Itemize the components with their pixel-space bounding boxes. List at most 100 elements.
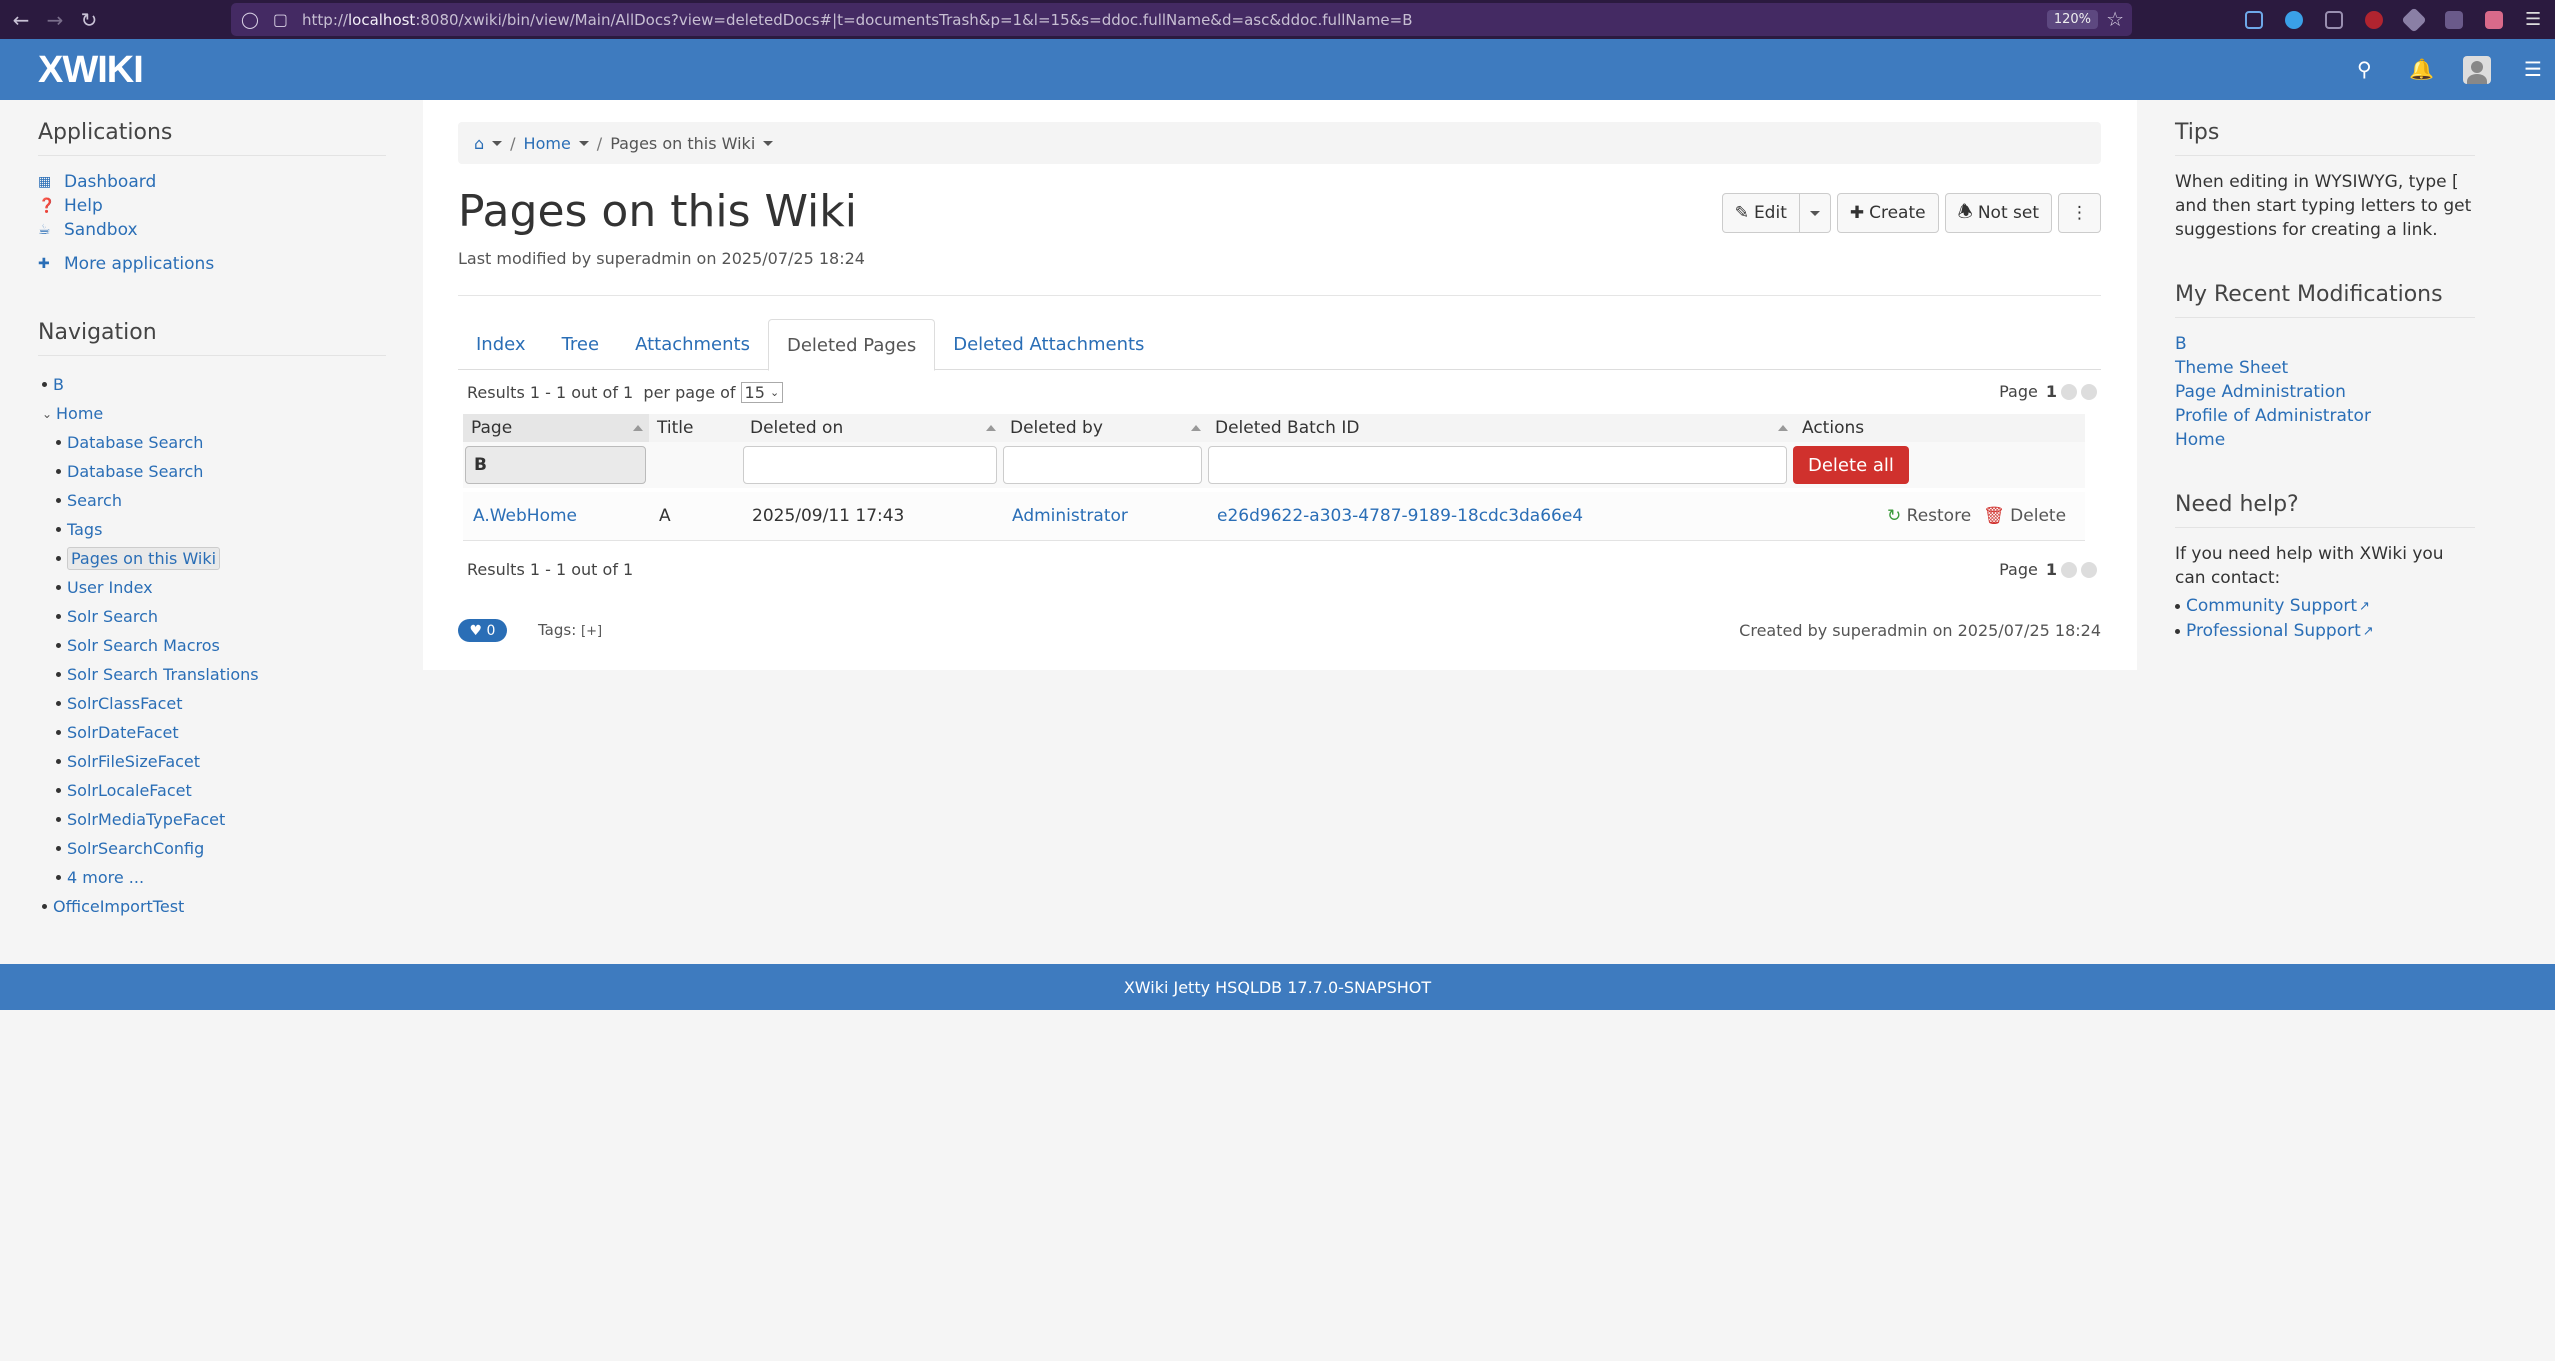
recent-link[interactable]: Profile of Administrator: [2175, 406, 2371, 426]
tab-deleted-pages[interactable]: Deleted Pages: [767, 319, 936, 371]
bullet-icon: [56, 759, 61, 764]
restore-button[interactable]: ↻ Restore: [1887, 506, 1971, 526]
reload-icon[interactable]: ↻: [76, 7, 102, 33]
app-dashboard[interactable]: ▦ Dashboard: [38, 170, 386, 194]
back-icon[interactable]: ←: [8, 7, 34, 33]
tree-link[interactable]: B: [53, 375, 64, 394]
recent-link[interactable]: Page Administration: [2175, 382, 2346, 402]
tree-link[interactable]: SolrClassFacet: [67, 694, 183, 713]
tree-link[interactable]: SolrSearchConfig: [67, 839, 204, 858]
home-icon[interactable]: ⌂: [474, 134, 484, 153]
download-icon[interactable]: [2245, 10, 2263, 29]
tree-link[interactable]: Solr Search Macros: [67, 636, 220, 655]
extension-icon-4[interactable]: [2401, 6, 2427, 33]
batch-link[interactable]: e26d9622-a303-4787-9189-18cdc3da66e4: [1217, 506, 1583, 526]
recent-link[interactable]: Theme Sheet: [2175, 358, 2288, 378]
drawer-menu-icon[interactable]: ☰: [2524, 57, 2542, 81]
tree-link[interactable]: Tags: [67, 520, 102, 539]
deleted-on-filter-input[interactable]: [743, 446, 997, 484]
address-bar[interactable]: ◯ ▢ http://localhost:8080/xwiki/bin/view…: [231, 3, 2132, 36]
column-deleted-by[interactable]: Deleted by: [1002, 414, 1207, 442]
zoom-level[interactable]: 120%: [2046, 10, 2098, 29]
caret-down-icon[interactable]: [763, 140, 774, 146]
search-icon[interactable]: ⚲: [2357, 57, 2372, 81]
xwiki-logo[interactable]: XWIKI: [38, 49, 144, 92]
tree-link[interactable]: SolrLocaleFacet: [67, 781, 192, 800]
recent-link[interactable]: Home: [2175, 430, 2225, 450]
help-icon: ❓: [38, 198, 56, 214]
user-link[interactable]: Administrator: [1012, 506, 1128, 526]
extension-icon-5[interactable]: [2445, 10, 2463, 29]
create-button[interactable]: ✚ Create: [1836, 193, 1939, 233]
delete-button[interactable]: 🗑 Delete: [1983, 506, 2066, 526]
tree-link[interactable]: Pages on this Wiki: [67, 547, 221, 570]
next-page-button[interactable]: [2081, 383, 2097, 400]
tree-link[interactable]: 4 more ...: [67, 868, 144, 887]
app-sandbox[interactable]: ☕ Sandbox: [38, 218, 386, 242]
app-sandbox-link[interactable]: Sandbox: [64, 220, 138, 240]
tree-link[interactable]: User Index: [67, 578, 153, 597]
tree-link[interactable]: Solr Search Translations: [67, 665, 259, 684]
prev-page-button[interactable]: [2061, 561, 2077, 578]
tree-link[interactable]: SolrFileSizeFacet: [67, 752, 200, 771]
tree-link[interactable]: Database Search: [67, 462, 203, 481]
bookmark-star-icon[interactable]: ☆: [2106, 7, 2124, 31]
app-dashboard-link[interactable]: Dashboard: [64, 172, 156, 192]
forward-icon[interactable]: →: [42, 7, 68, 33]
menu-icon[interactable]: ☰: [2525, 10, 2543, 29]
tab-index[interactable]: Index: [458, 319, 544, 370]
chevron-down-icon[interactable]: ⌄: [42, 407, 52, 421]
tree-link[interactable]: SolrDateFacet: [67, 723, 179, 742]
column-batch-id[interactable]: Deleted Batch ID: [1207, 414, 1794, 442]
page-link[interactable]: A.WebHome: [473, 506, 577, 526]
column-deleted-on[interactable]: Deleted on: [742, 414, 1002, 442]
tab-attachments[interactable]: Attachments: [617, 319, 768, 370]
professional-support-link[interactable]: Professional Support: [2186, 619, 2361, 644]
app-help-link[interactable]: Help: [64, 196, 103, 216]
more-applications[interactable]: ✚ More applications: [38, 252, 386, 276]
delete-all-button[interactable]: Delete all: [1793, 446, 1909, 484]
caret-down-icon[interactable]: [492, 140, 503, 146]
batch-id-filter-input[interactable]: [1208, 446, 1787, 484]
more-vertical-icon: ⋮: [2071, 203, 2088, 223]
prev-page-button[interactable]: [2061, 383, 2077, 400]
tree-link[interactable]: SolrMediaTypeFacet: [67, 810, 225, 829]
tree-node: SolrFileSizeFacet: [38, 747, 386, 776]
bell-icon: 🕭: [1957, 201, 1973, 222]
extension-icon-2[interactable]: [2325, 10, 2343, 29]
extension-icon-3[interactable]: [2365, 10, 2383, 29]
column-page[interactable]: Page: [463, 414, 649, 442]
tab-deleted-attachments[interactable]: Deleted Attachments: [935, 319, 1162, 370]
deleted-by-filter-input[interactable]: [1003, 446, 1202, 484]
page-filter-input[interactable]: B: [465, 446, 646, 484]
last-modified: Last modified by superadmin on 2025/07/2…: [458, 249, 865, 268]
notifications-bell-icon[interactable]: 🔔: [2409, 57, 2434, 81]
tips-panel-title: Tips: [2175, 120, 2475, 156]
per-page-select[interactable]: 15 ⌄: [740, 382, 784, 403]
breadcrumb-home[interactable]: Home: [524, 134, 571, 153]
tree-link[interactable]: Search: [67, 491, 122, 510]
edit-button[interactable]: ✎ Edit: [1721, 193, 1800, 233]
like-button[interactable]: ♥ 0: [458, 619, 507, 642]
tab-tree[interactable]: Tree: [544, 319, 618, 370]
cell-batch-id: e26d9622-a303-4787-9189-18cdc3da66e4: [1207, 506, 1887, 526]
more-applications-link[interactable]: More applications: [64, 254, 214, 274]
bullet-icon: [56, 643, 61, 648]
user-avatar[interactable]: [2463, 56, 2491, 84]
extension-icon-1[interactable]: [2285, 10, 2303, 29]
like-count: 0: [486, 622, 496, 639]
tree-link[interactable]: Solr Search: [67, 607, 158, 626]
extension-icon-6[interactable]: [2485, 10, 2503, 29]
recent-link[interactable]: B: [2175, 334, 2187, 354]
community-support-link[interactable]: Community Support: [2186, 594, 2357, 619]
notifications-button[interactable]: 🕭 Not set: [1944, 193, 2052, 233]
app-help[interactable]: ❓ Help: [38, 194, 386, 218]
more-actions-button[interactable]: ⋮: [2058, 193, 2101, 233]
tree-link[interactable]: Home: [56, 404, 103, 423]
next-page-button[interactable]: [2081, 561, 2097, 578]
edit-dropdown-button[interactable]: [1799, 193, 1831, 233]
tree-link[interactable]: Database Search: [67, 433, 203, 452]
add-tag-button[interactable]: [+]: [581, 624, 602, 639]
tree-link[interactable]: OfficeImportTest: [53, 897, 184, 916]
caret-down-icon[interactable]: [578, 140, 589, 146]
